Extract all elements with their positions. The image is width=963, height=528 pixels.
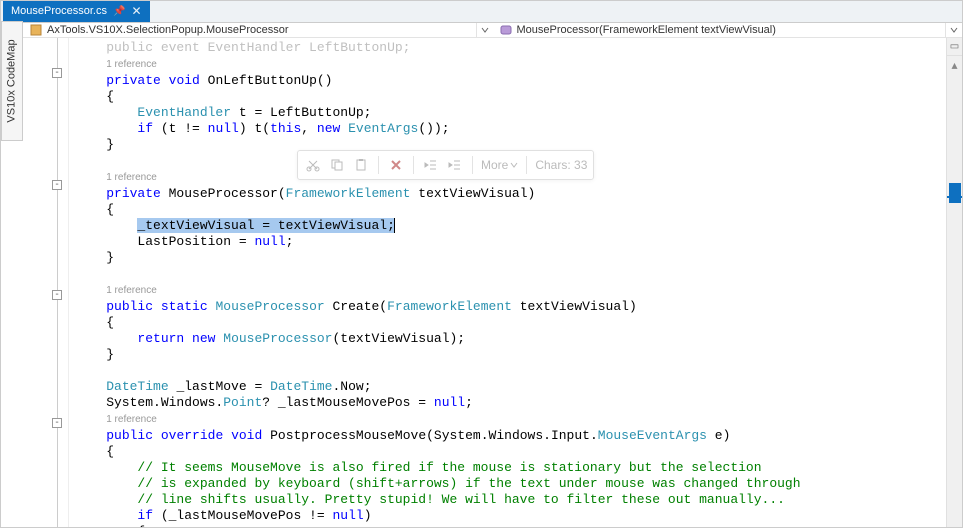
document-tab-strip: MouseProcessor.cs 📌 ✕ <box>1 1 962 23</box>
codemap-side-tab[interactable]: VS10x CodeMap <box>1 21 23 141</box>
scroll-up-icon[interactable]: ▴ <box>947 60 962 70</box>
codemap-side-tab-label: VS10x CodeMap <box>6 39 18 122</box>
pin-icon[interactable]: 📌 <box>113 6 125 17</box>
more-label: More <box>481 158 508 172</box>
member-dropdown-label: MouseProcessor(FrameworkElement textView… <box>517 24 776 36</box>
split-handle[interactable]: ▭ <box>947 38 962 56</box>
member-dropdown[interactable]: MouseProcessor(FrameworkElement textView… <box>493 23 947 37</box>
indent-icon[interactable] <box>446 156 464 174</box>
outline-toggle[interactable]: - <box>52 180 62 190</box>
member-dropdown-chevron[interactable] <box>946 23 962 37</box>
code-editor[interactable]: More Chars: 33 public event EventHandler… <box>69 38 946 528</box>
navigation-bar: AxTools.VS10X.SelectionPopup.MouseProces… <box>23 23 962 38</box>
copy-icon[interactable] <box>328 156 346 174</box>
chevron-down-icon <box>510 161 518 169</box>
paste-icon[interactable] <box>352 156 370 174</box>
selection-toolbar: More Chars: 33 <box>297 150 594 180</box>
document-tab-label: MouseProcessor.cs <box>11 5 107 17</box>
scroll-marker <box>949 183 961 203</box>
cut-icon[interactable] <box>304 156 322 174</box>
code-text[interactable]: public event EventHandler LeftButtonUp; … <box>75 40 946 528</box>
class-icon <box>29 23 43 37</box>
caret-marker <box>947 196 962 198</box>
method-icon <box>499 23 513 37</box>
document-tab-active[interactable]: MouseProcessor.cs 📌 ✕ <box>3 0 150 22</box>
close-icon[interactable]: ✕ <box>131 4 141 18</box>
outline-toggle[interactable]: - <box>52 290 62 300</box>
type-dropdown[interactable]: AxTools.VS10X.SelectionPopup.MouseProces… <box>23 23 477 37</box>
more-button[interactable]: More <box>481 158 518 172</box>
outline-toggle[interactable]: - <box>52 418 62 428</box>
editor-gutter: - - - - <box>23 38 69 528</box>
outdent-icon[interactable] <box>422 156 440 174</box>
vertical-scrollbar[interactable]: ▭ ▴ <box>946 38 962 528</box>
window-root: VS10x CodeMap MouseProcessor.cs 📌 ✕ AxTo… <box>0 0 963 528</box>
char-count-label: Chars: 33 <box>535 158 587 172</box>
editor-area: - - - - More <box>23 38 962 528</box>
delete-icon[interactable] <box>387 156 405 174</box>
type-dropdown-chevron[interactable] <box>477 23 493 37</box>
outline-toggle[interactable]: - <box>52 68 62 78</box>
type-dropdown-label: AxTools.VS10X.SelectionPopup.MouseProces… <box>47 24 289 36</box>
